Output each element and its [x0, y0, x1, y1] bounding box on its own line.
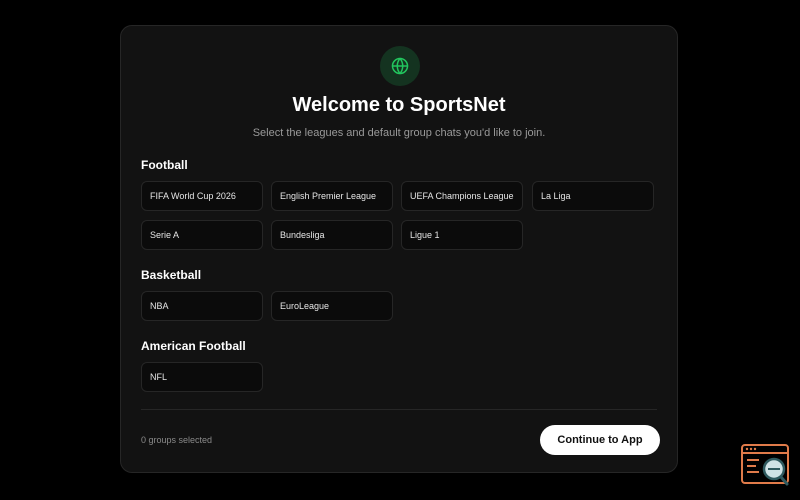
league-chip-fifa-world-cup-2026[interactable]: FIFA World Cup 2026: [141, 181, 263, 211]
globe-badge: [380, 46, 420, 86]
section-title-football: Football: [141, 158, 188, 172]
continue-button[interactable]: Continue to App: [540, 425, 660, 455]
onboarding-modal: Welcome to SportsNet Select the leagues …: [120, 25, 678, 473]
globe-icon: [391, 57, 409, 75]
league-chip-nfl[interactable]: NFL: [141, 362, 263, 392]
league-chip-english-premier-league[interactable]: English Premier League: [271, 181, 393, 211]
league-chip-ligue-1[interactable]: Ligue 1: [401, 220, 523, 250]
section-title-american-football: American Football: [141, 339, 246, 353]
section-title-basketball: Basketball: [141, 268, 202, 282]
page-title: Welcome to SportsNet: [292, 94, 506, 116]
league-chip-euroleague[interactable]: EuroLeague: [271, 291, 393, 321]
league-chip-la-liga[interactable]: La Liga: [532, 181, 654, 211]
footer-divider: [141, 409, 657, 410]
page-subtitle: Select the leagues and default group cha…: [252, 127, 546, 139]
league-chip-nba[interactable]: NBA: [141, 291, 263, 321]
league-chip-serie-a[interactable]: Serie A: [141, 220, 263, 250]
league-chip-uefa-champions-league[interactable]: UEFA Champions League: [401, 181, 523, 211]
selected-count: 0 groups selected: [141, 435, 213, 445]
browser-search-icon[interactable]: [741, 444, 791, 488]
league-chip-bundesliga[interactable]: Bundesliga: [271, 220, 393, 250]
